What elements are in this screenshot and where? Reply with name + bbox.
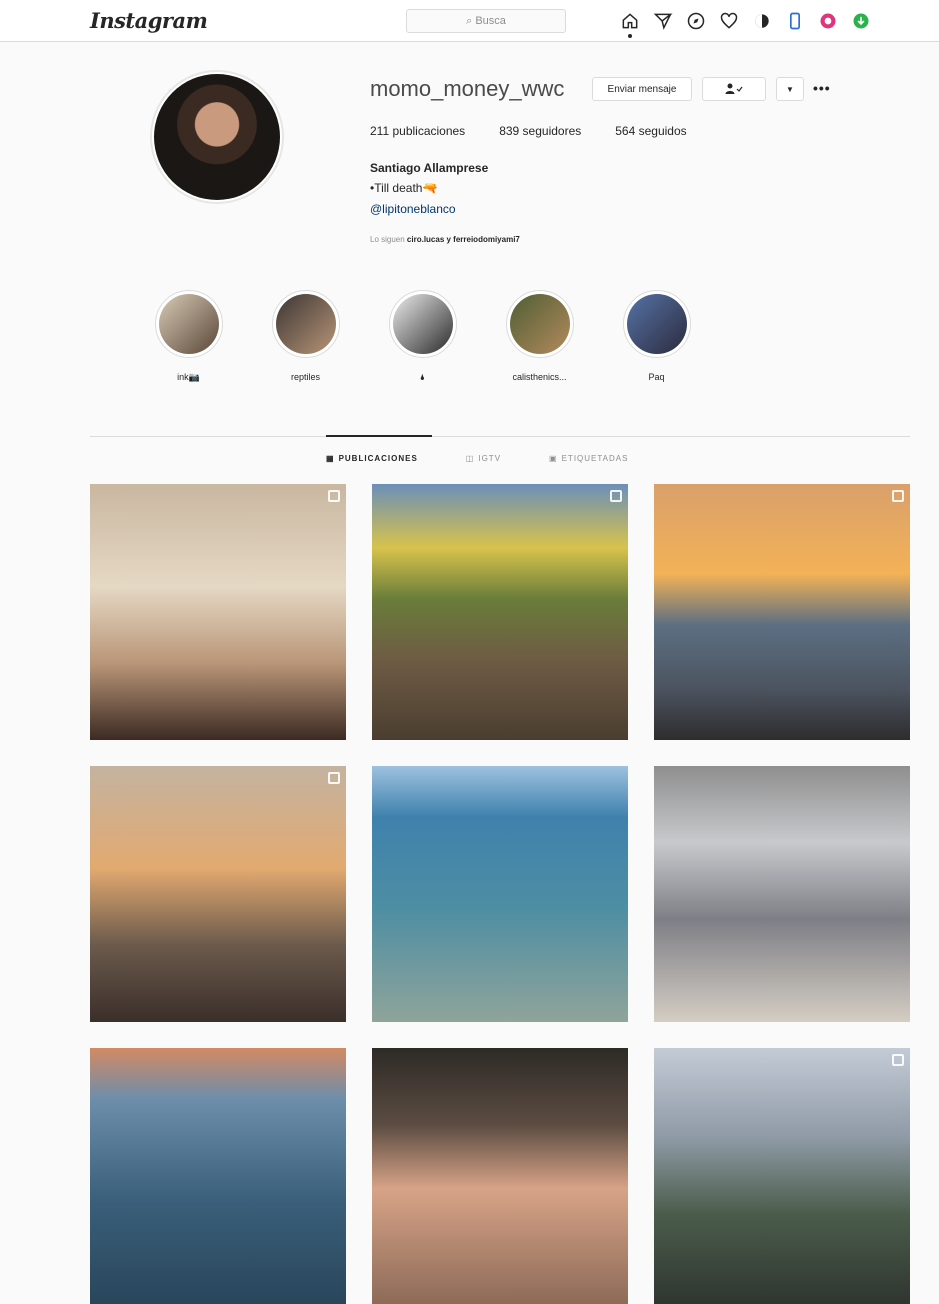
following-button[interactable] <box>702 77 766 101</box>
highlight-cover <box>271 290 340 358</box>
highlight-image <box>158 294 219 354</box>
igtv-icon: ◫ <box>465 454 475 463</box>
post-rocks-sunset[interactable] <box>90 766 346 1022</box>
highlight-item[interactable]: ink📷 <box>130 290 247 384</box>
carousel-icon <box>328 772 340 784</box>
profile-full-name: Santiago Allamprese <box>370 161 489 175</box>
search-input[interactable]: ⌕ Busca <box>406 9 566 33</box>
following-count[interactable]: 564 seguidos <box>615 124 686 138</box>
nav-icon-group <box>618 9 873 33</box>
post-sunset-beach[interactable] <box>654 484 910 740</box>
home-icon[interactable] <box>618 9 642 33</box>
carousel-icon <box>610 490 622 502</box>
posts-count: 211 publicaciones <box>370 124 466 138</box>
more-options-icon[interactable]: ••• <box>813 80 831 96</box>
search-placeholder: Busca <box>475 15 506 27</box>
profile-username: momo_money_wwc <box>370 76 565 101</box>
phone-extension-icon[interactable] <box>783 9 807 33</box>
tab-label: IGTV <box>478 454 502 463</box>
highlight-item[interactable]: 🌢 <box>364 290 481 384</box>
highlight-item[interactable]: reptiles <box>247 290 364 384</box>
profile-bio: •Till death🔫 <box>370 181 438 195</box>
highlight-label: reptiles <box>290 372 320 382</box>
active-page-indicator <box>628 34 632 38</box>
post-selfie-car[interactable] <box>372 1048 628 1304</box>
highlight-item[interactable]: Paq <box>598 290 715 384</box>
post-living-room[interactable] <box>90 484 346 740</box>
post-sea-swim[interactable] <box>372 766 628 1022</box>
post-cafe-table[interactable] <box>654 766 910 1022</box>
chevron-down-icon: ▼ <box>786 84 794 94</box>
highlight-item[interactable]: calisthenics... <box>481 290 598 384</box>
followers-count[interactable]: 839 seguidores <box>499 124 581 138</box>
tab-etiquetadas[interactable]: ▣ ETIQUETADAS <box>549 454 628 463</box>
profile-tabs: ▦ PUBLICACIONES ◫ IGTV ▣ ETIQUETADAS <box>326 454 628 463</box>
grid-icon: ▦ <box>326 454 335 463</box>
followed-by-prefix: Lo siguen <box>370 235 407 244</box>
highlight-label: Paq <box>648 372 665 382</box>
person-check-icon <box>725 83 743 94</box>
direct-icon[interactable] <box>651 9 675 33</box>
heart-icon[interactable] <box>717 9 741 33</box>
record-extension-icon[interactable] <box>816 9 840 33</box>
suggestions-dropdown-button[interactable]: ▼ <box>776 77 804 101</box>
highlight-image <box>626 294 687 354</box>
highlight-image <box>509 294 570 354</box>
send-message-button[interactable]: Enviar mensaje <box>592 77 692 101</box>
highlight-image <box>275 294 336 354</box>
post-hikers-group[interactable] <box>654 1048 910 1304</box>
carousel-icon <box>892 490 904 502</box>
tabs-divider <box>90 436 910 437</box>
top-nav-bar: Instagram ⌕ Busca <box>0 0 939 42</box>
post-tire-flip[interactable] <box>372 484 628 740</box>
active-tab-indicator <box>326 435 432 437</box>
story-highlights: ink📷 reptiles 🌢 calisthenics... Paq <box>130 290 715 384</box>
highlight-cover <box>154 290 223 358</box>
profile-stats: 211 publicaciones 839 seguidores 564 seg… <box>370 124 687 138</box>
highlight-image <box>392 294 453 354</box>
avatar-image <box>154 74 280 200</box>
highlight-label: ink📷 <box>177 372 200 382</box>
post-sea-dusk[interactable] <box>90 1048 346 1304</box>
tag-icon: ▣ <box>549 454 558 463</box>
followed-by-text: Lo siguen ciro.lucas y ferreiodomiyami7 <box>370 235 520 244</box>
profile-avatar[interactable] <box>150 70 284 204</box>
highlight-cover <box>505 290 574 358</box>
search-icon: ⌕ <box>466 15 476 27</box>
download-extension-icon[interactable] <box>849 9 873 33</box>
posts-grid <box>90 484 910 1304</box>
carousel-icon <box>892 1054 904 1066</box>
profile-bio-link[interactable]: @lipitoneblanco <box>370 202 456 216</box>
instagram-logo[interactable]: Instagram <box>90 8 208 33</box>
tab-igtv[interactable]: ◫ IGTV <box>466 454 501 463</box>
tab-label: PUBLICACIONES <box>338 454 418 463</box>
highlight-label: calisthenics... <box>512 372 567 382</box>
carousel-icon <box>328 490 340 502</box>
tab-label: ETIQUETADAS <box>561 454 629 463</box>
explore-icon[interactable] <box>684 9 708 33</box>
contrast-extension-icon[interactable] <box>750 9 774 33</box>
tab-publicaciones[interactable]: ▦ PUBLICACIONES <box>326 454 418 463</box>
highlight-cover <box>622 290 691 358</box>
followed-by-names[interactable]: ciro.lucas y ferreiodomiyami7 <box>407 235 520 244</box>
highlight-label: 🌢 <box>419 372 426 382</box>
highlight-cover <box>388 290 457 358</box>
